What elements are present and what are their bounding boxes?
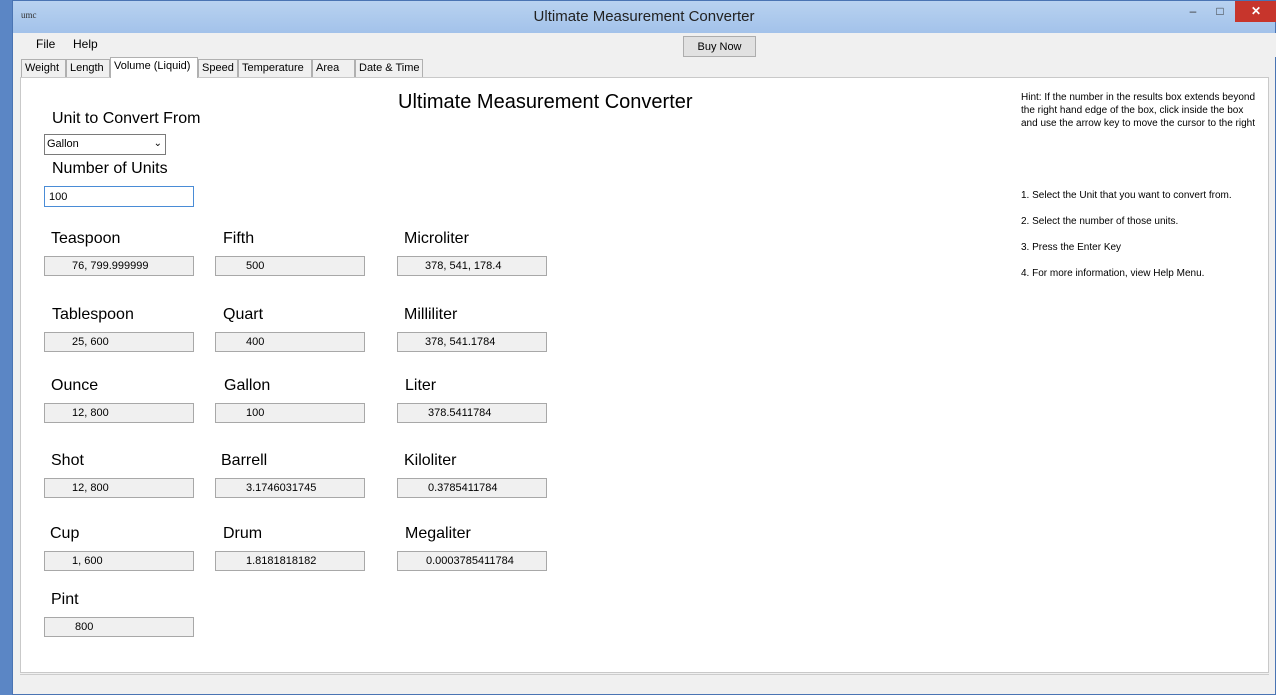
result-label-ounce: Ounce [51,377,99,394]
result-gallon[interactable]: 100 [215,403,365,423]
window-title: Ultimate Measurement Converter [533,8,755,25]
result-microliter[interactable]: 378, 541, 178.4 [397,256,547,276]
result-megaliter[interactable]: 0.0003785411784 [397,551,547,571]
hint-line: and use the arrow key to move the cursor… [1021,118,1256,129]
hint-line: Hint: If the number in the results box e… [1021,92,1256,103]
instruction-step-3: 3. Press the Enter Key [1021,242,1122,253]
chevron-down-icon: ⌄ [153,138,162,149]
tab-area[interactable]: Area [312,59,355,77]
tab-content-panel: Ultimate Measurement Converter Unit to C… [20,77,1269,673]
app-window: umc Ultimate Measurement Converter – □ ✕… [12,0,1276,695]
menu-file[interactable]: File [36,37,55,51]
result-label-quart: Quart [223,306,264,323]
result-label-shot: Shot [51,452,84,469]
result-pint[interactable]: 800 [44,617,194,637]
result-label-gallon: Gallon [224,377,271,394]
result-label-fifth: Fifth [223,230,255,247]
instruction-step-2: 2. Select the number of those units. [1021,216,1179,227]
result-shot[interactable]: 12, 800 [44,478,194,498]
tab-speed[interactable]: Speed [198,59,238,77]
menu-bar: File Help [14,33,1276,57]
buy-now-button[interactable]: Buy Now [683,36,756,57]
num-units-input[interactable] [44,186,194,207]
result-ounce[interactable]: 12, 800 [44,403,194,423]
instruction-step-1: 1. Select the Unit that you want to conv… [1021,190,1232,201]
result-fifth[interactable]: 500 [215,256,365,276]
tab-length[interactable]: Length [66,59,110,77]
hint-text: Hint: If the number in the results box e… [1021,91,1270,130]
result-drum[interactable]: 1.8181818182 [215,551,365,571]
result-label-megaliter: Megaliter [405,525,471,542]
page-title: Ultimate Measurement Converter [398,91,693,113]
tab-weight[interactable]: Weight [21,59,66,77]
result-liter[interactable]: 378.5411784 [397,403,547,423]
result-quart[interactable]: 400 [215,332,365,352]
result-teaspoon[interactable]: 76, 799.999999 [44,256,194,276]
result-label-tablespoon: Tablespoon [52,306,134,323]
close-icon[interactable]: ✕ [1235,1,1276,22]
tab-date-time[interactable]: Date & Time [355,59,423,77]
tab-temperature[interactable]: Temperature [238,59,312,77]
result-tablespoon[interactable]: 25, 600 [44,332,194,352]
unit-from-select[interactable]: Gallon ⌄ [44,134,166,155]
result-label-cup: Cup [50,525,80,542]
result-kiloliter[interactable]: 0.3785411784 [397,478,547,498]
result-label-liter: Liter [405,377,437,394]
result-cup[interactable]: 1, 600 [44,551,194,571]
instruction-step-4: 4. For more information, view Help Menu. [1021,268,1205,279]
menu-help[interactable]: Help [73,37,98,51]
result-label-microliter: Microliter [404,230,469,247]
result-label-drum: Drum [223,525,263,542]
num-units-label: Number of Units [52,160,168,177]
result-label-pint: Pint [51,591,79,608]
status-bar [20,674,1269,688]
result-label-barrell: Barrell [221,452,268,469]
unit-from-label: Unit to Convert From [52,110,201,127]
result-milliliter[interactable]: 378, 541.1784 [397,332,547,352]
result-barrell[interactable]: 3.1746031745 [215,478,365,498]
maximize-icon[interactable]: □ [1207,1,1233,22]
result-label-milliliter: Milliliter [404,306,458,323]
result-label-teaspoon: Teaspoon [51,230,121,247]
tab-volume-liquid[interactable]: Volume (Liquid) [110,57,198,78]
minimize-icon[interactable]: – [1179,1,1207,22]
title-bar[interactable]: umc Ultimate Measurement Converter – □ ✕ [13,1,1276,33]
unit-from-value: Gallon [47,138,79,150]
hint-line: the right hand edge of the box, click in… [1021,105,1244,116]
result-label-kiloliter: Kiloliter [404,452,457,469]
